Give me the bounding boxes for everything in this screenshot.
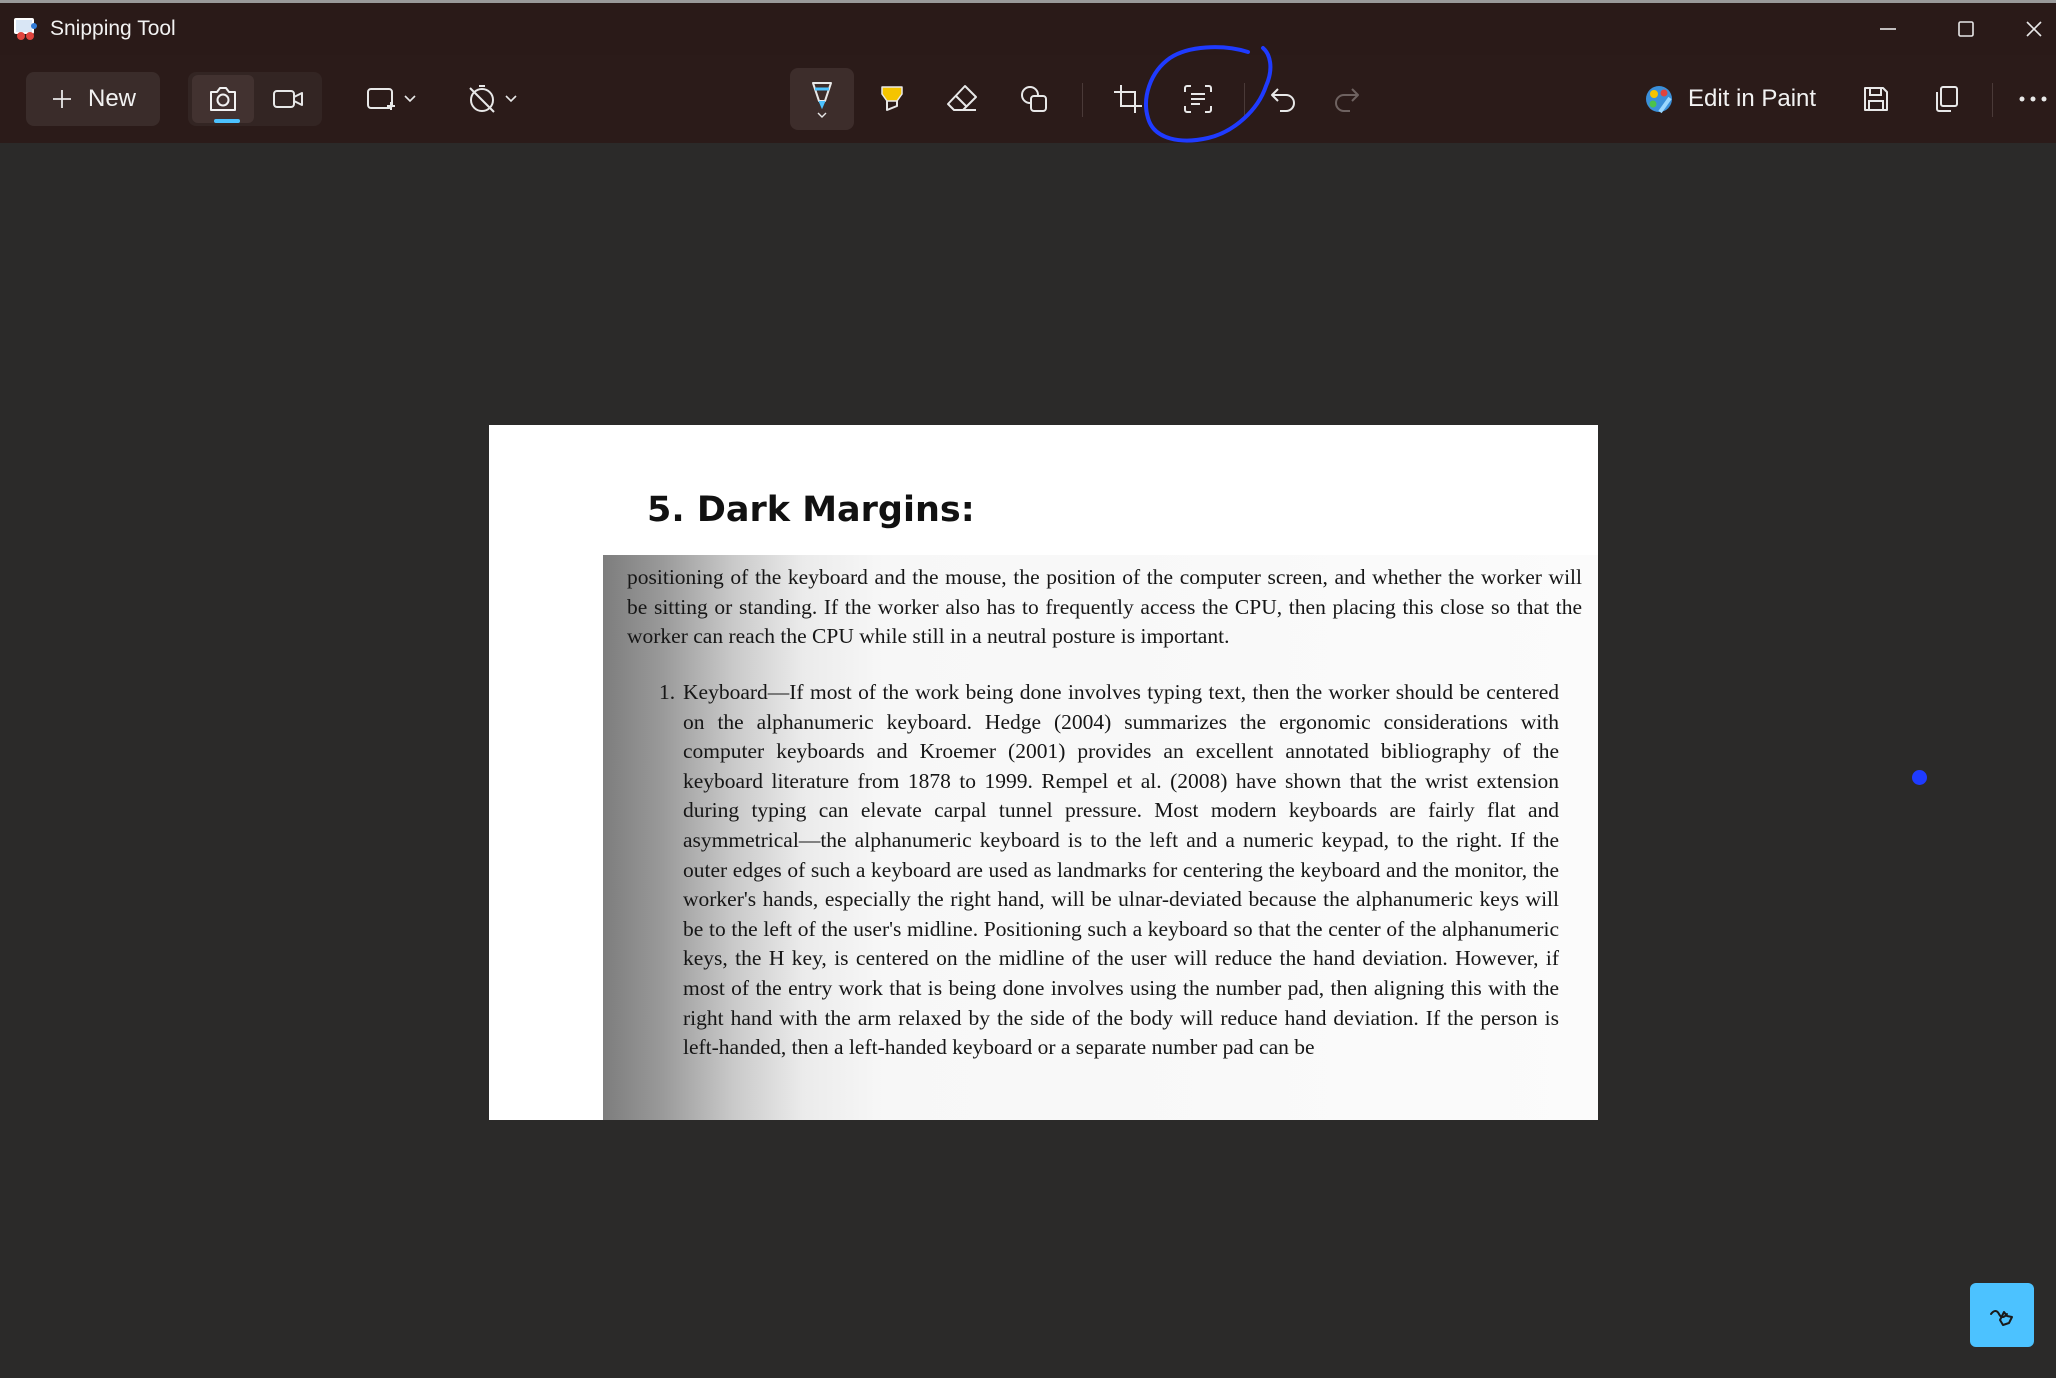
chevron-down-icon [817,112,827,118]
toolbar-separator [1082,83,1083,117]
maximize-icon [1958,21,1974,37]
scanned-paragraph: positioning of the keyboard and the mous… [627,565,1582,648]
minimize-icon [1880,28,1896,30]
shapes-button[interactable] [1004,72,1064,126]
copy-button[interactable] [1916,72,1976,126]
screenshot-mode-button[interactable] [192,75,254,123]
shapes-icon [1021,86,1047,112]
edit-in-paint-label: Edit in Paint [1688,85,1817,112]
new-snip-label: New [87,85,136,112]
touch-writing-button[interactable] [1970,1283,2034,1347]
highlighter-button[interactable] [862,72,922,126]
save-button[interactable] [1846,72,1906,126]
new-snip-button[interactable]: New [26,72,160,126]
more-icon [2019,96,2047,102]
capture-mode-group [188,72,322,126]
camera-icon [210,87,236,111]
ballpoint-pen-button[interactable] [790,68,854,130]
no-delay-timer-icon [469,85,495,113]
save-icon [1864,87,1888,111]
highlighter-icon [881,86,903,111]
delay-timer-dropdown[interactable] [456,72,528,126]
window-title: Snipping Tool [50,17,176,40]
plus-icon [52,90,71,108]
list-item-number: 1. [659,680,676,704]
selected-mode-indicator [214,119,240,123]
scanned-page: positioning of the keyboard and the mous… [603,555,1598,1120]
edit-in-paint-button[interactable]: Edit in Paint [1644,75,1816,123]
pen-cursor-dot [1912,770,1927,785]
pen-annotation-circle [1144,45,1273,143]
paint-icon [1646,86,1672,114]
snip-shape-dropdown[interactable] [356,72,426,126]
close-icon [2026,21,2042,37]
video-mode-button[interactable] [258,75,318,123]
rectangle-mode-icon [367,88,395,110]
copy-icon [1936,86,1958,112]
title-bar: Snipping Tool [0,3,2056,55]
eraser-button[interactable] [932,72,992,126]
captured-snip-image: 5. Dark Margins: positioning of the keyb… [489,425,1598,1120]
close-button[interactable] [1994,3,2056,55]
list-item-text: Keyboard—If most of the work being done … [683,680,1559,1060]
snip-heading: 5. Dark Margins: [647,490,975,530]
more-options-button[interactable] [2010,72,2056,126]
toolbar-separator [1992,83,1993,117]
chevron-down-icon [505,95,517,103]
redo-icon [1335,88,1359,112]
touch-writing-icon [1990,1310,2013,1326]
snipping-tool-app-icon [14,18,37,40]
minimize-button[interactable] [1848,3,1928,55]
ballpoint-pen-icon [812,82,832,110]
eraser-icon [947,85,977,111]
video-icon [273,90,303,108]
toolbar: New Edit in Paint [0,55,2056,143]
redo-button[interactable] [1318,72,1374,126]
chevron-down-icon [404,95,416,103]
